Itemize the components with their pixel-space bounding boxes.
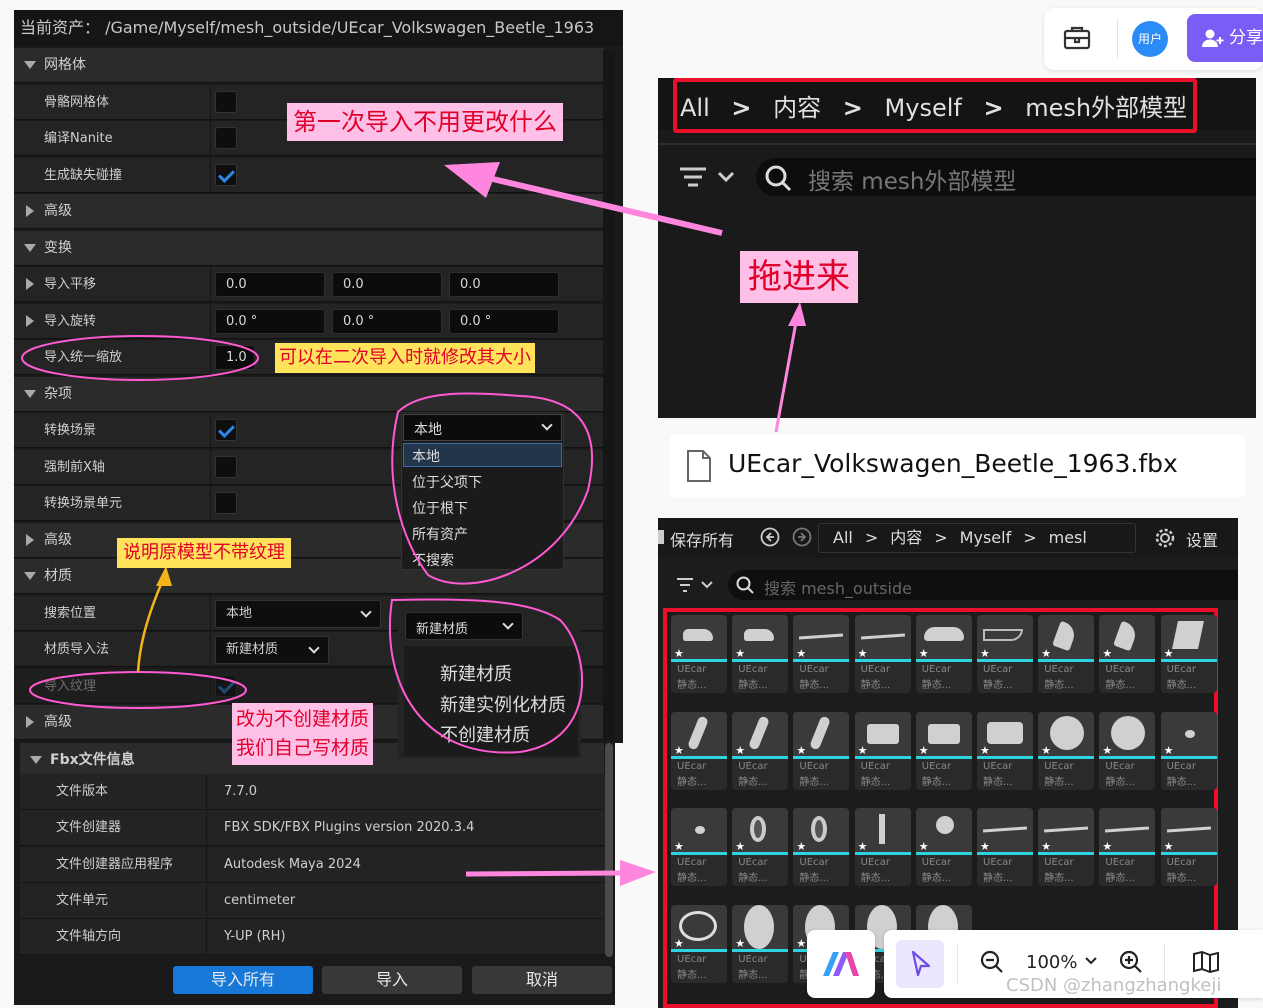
- texture-highlight-circle: [29, 671, 247, 709]
- annotation-change-material: 改为不创建材质 我们自己写材质: [232, 703, 374, 765]
- arrow-line: [136, 581, 164, 673]
- arrow-line: [774, 321, 798, 433]
- material-menu-circle: [388, 598, 583, 754]
- annotation-no-texture: 说明原模型不带纹理: [117, 538, 291, 568]
- arrow-head: [788, 302, 806, 326]
- annotation-first-import: 第一次导入不用更改什么: [287, 103, 563, 141]
- arrow-head: [620, 860, 656, 886]
- arrow-line: [465, 870, 621, 877]
- arrow-head: [156, 566, 172, 586]
- annotation-drag-in: 拖进来: [740, 251, 858, 303]
- arrow-line: [479, 173, 723, 236]
- annotation-layer: [21, 162, 806, 886]
- scale-highlight-circle: [21, 335, 259, 381]
- annotation-scale-note: 可以在二次导入时就修改其大小: [275, 343, 535, 373]
- search-menu-circle: [391, 392, 593, 585]
- arrow-head: [444, 162, 500, 198]
